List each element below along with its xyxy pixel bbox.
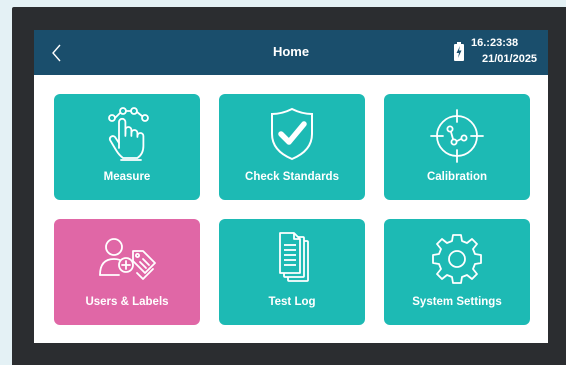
test-log-button[interactable]: Test Log: [219, 219, 365, 325]
shield-check-icon: [271, 107, 313, 161]
clock-date: 21/01/2025: [482, 53, 538, 65]
check-standards-label: Check Standards: [245, 171, 339, 183]
system-settings-button[interactable]: System Settings: [384, 219, 530, 325]
check-standards-button[interactable]: Check Standards: [219, 94, 365, 200]
clock-time: 16.:23:38: [471, 37, 519, 49]
device-screen: Home 16.:23:38 21/01/2025 Measure Check …: [34, 30, 548, 343]
crosshair-target-icon: [430, 109, 484, 163]
users-labels-label: Users & Labels: [85, 296, 169, 308]
user-add-tag-icon: [99, 238, 156, 280]
gear-icon: [432, 234, 482, 284]
chevron-left-icon: [52, 44, 61, 62]
measure-button[interactable]: Measure: [54, 94, 200, 200]
measure-label: Measure: [103, 171, 151, 183]
battery-indicator: [454, 42, 464, 61]
documents-icon: [279, 232, 309, 282]
header-bar: Home 16.:23:38 21/01/2025: [34, 30, 548, 75]
back-button[interactable]: [48, 42, 68, 64]
battery-charging-icon: [454, 42, 464, 61]
users-labels-button[interactable]: Users & Labels: [54, 219, 200, 325]
calibration-button[interactable]: Calibration: [384, 94, 530, 200]
hand-touch-icon: [108, 107, 149, 161]
test-log-label: Test Log: [268, 296, 316, 308]
system-settings-label: System Settings: [412, 296, 502, 308]
calibration-label: Calibration: [426, 171, 488, 183]
